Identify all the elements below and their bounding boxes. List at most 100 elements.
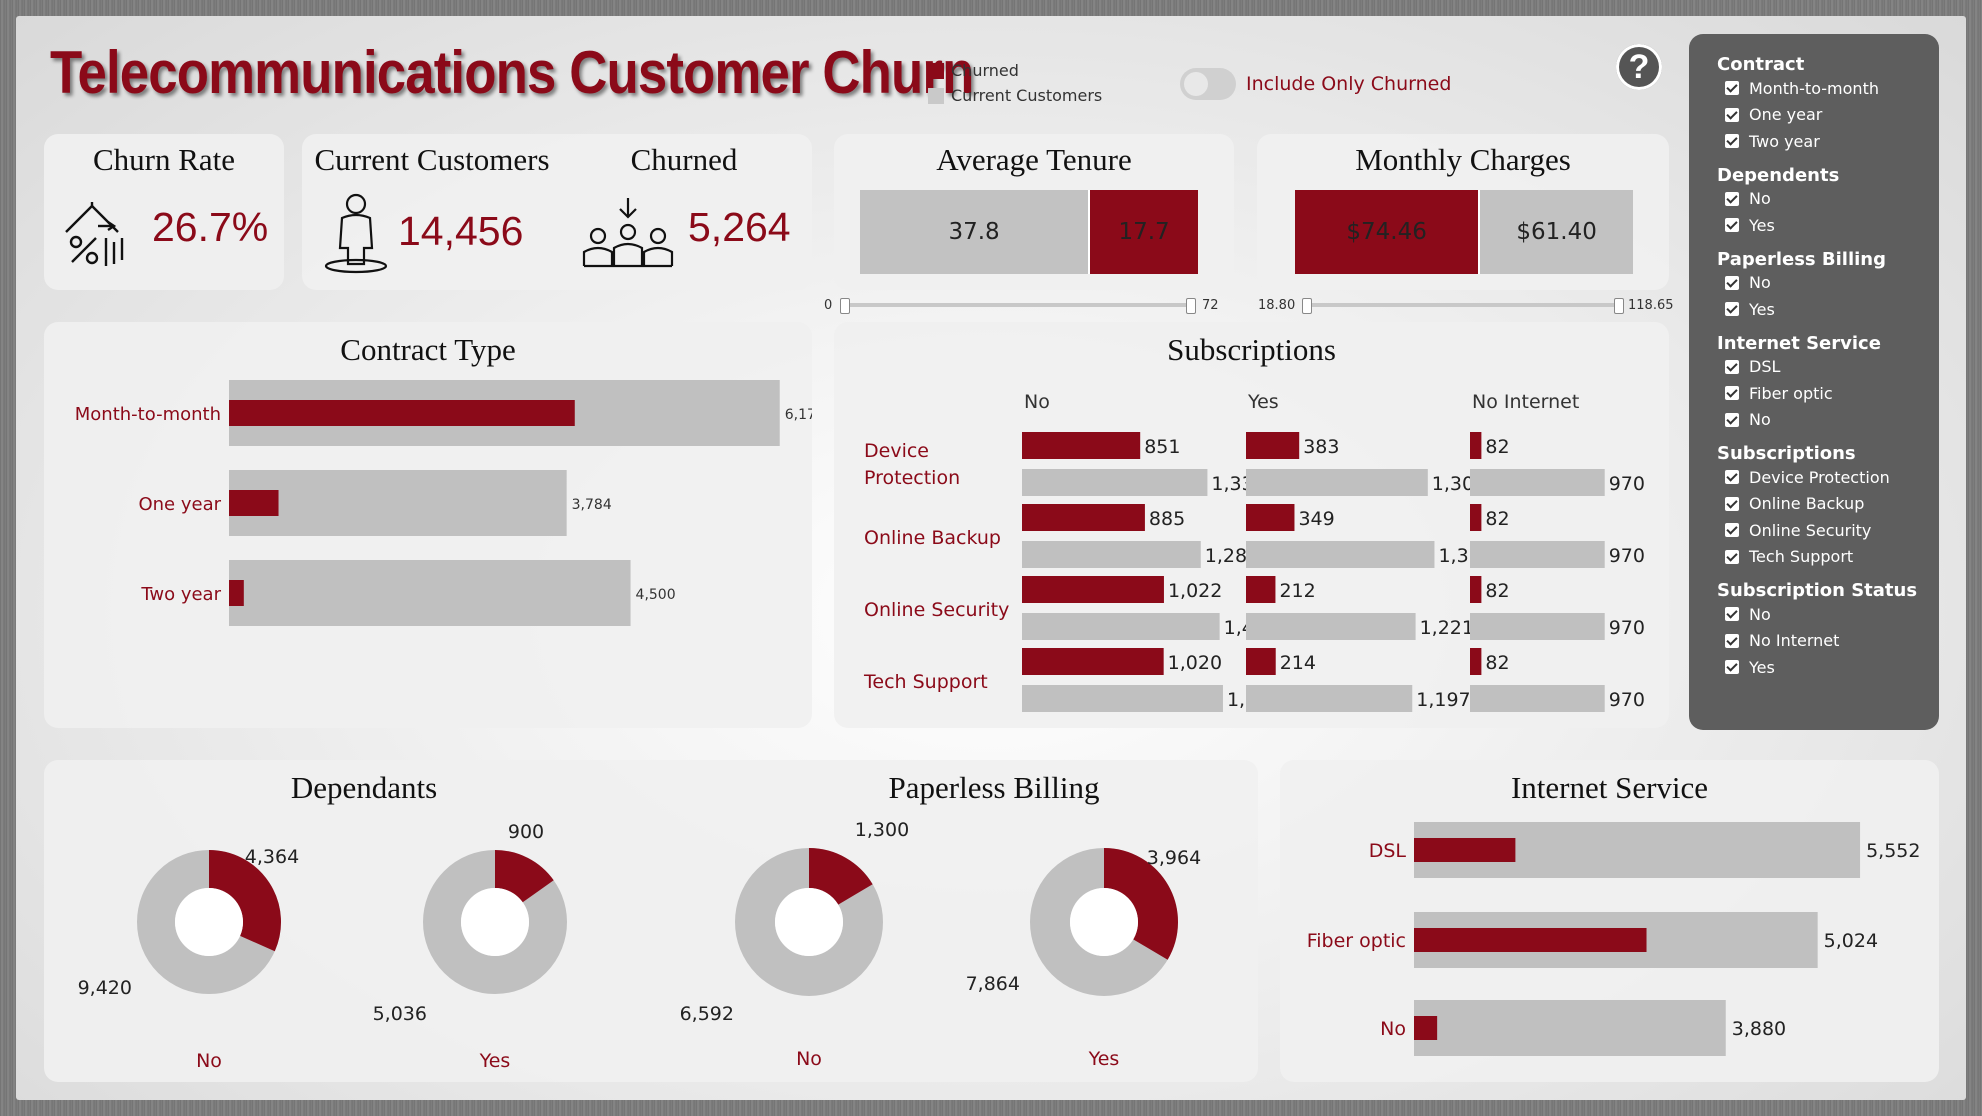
checkbox-checked-icon[interactable] [1725, 359, 1739, 374]
bar-churned [1022, 576, 1164, 603]
checkbox-checked-icon[interactable] [1725, 412, 1739, 427]
checkbox-checked-icon[interactable] [1725, 218, 1739, 233]
filter-option-label: Device Protection [1749, 467, 1890, 487]
bar-value-label: 1,020 [1168, 652, 1222, 674]
category-label: Protection [864, 467, 960, 489]
checkbox-checked-icon[interactable] [1725, 660, 1739, 675]
checkbox-checked-icon[interactable] [1725, 191, 1739, 206]
column-header: No Internet [1472, 391, 1579, 413]
filter-list: Contract Month-to-month One year Two year De… [1717, 48, 1937, 681]
bar-current [1470, 469, 1605, 496]
checkbox-checked-icon[interactable] [1725, 302, 1739, 317]
slider-handle-min[interactable] [840, 298, 850, 314]
filter-option[interactable]: One year [1717, 102, 1937, 129]
filter-option[interactable]: Yes [1717, 212, 1937, 239]
filter-option[interactable]: Tech Support [1717, 544, 1937, 571]
filter-panel: Contract Month-to-month One year Two year De… [1689, 34, 1939, 730]
bar-value-label: 851 [1144, 436, 1180, 458]
bar-churned [1414, 1016, 1438, 1040]
filter-option-label: Yes [1749, 299, 1775, 319]
filter-option[interactable]: Online Backup [1717, 491, 1937, 518]
subscriptions-chart: No Yes No InternetDeviceProtection8511,335… [863, 391, 1645, 712]
legend-swatch-current [928, 87, 944, 104]
bar-churned [1022, 648, 1164, 675]
bar-value-label: 82 [1485, 508, 1509, 530]
filter-option[interactable]: No [1717, 186, 1937, 213]
toggle-knob [1184, 72, 1208, 96]
checkbox-checked-icon[interactable] [1725, 549, 1739, 564]
checkbox-checked-icon[interactable] [1725, 607, 1739, 622]
bar-value-label: 1,022 [1168, 580, 1222, 602]
filter-option-label: Yes [1749, 657, 1775, 677]
page-title: Telecommunications Customer Churn [50, 39, 974, 106]
kpi-title: Churn Rate [92, 142, 236, 177]
filter-group-title: Dependents [1717, 164, 1840, 186]
filter-option[interactable]: Device Protection [1717, 464, 1937, 491]
kpi-card-churn-rate: Churn Rate 26.7% [44, 134, 284, 290]
legend-label: Churned [951, 61, 1019, 80]
filter-group-title: Paperless Billing [1717, 248, 1886, 270]
slider-handle-max[interactable] [1186, 298, 1196, 314]
legend-label: Current Customers [951, 86, 1103, 105]
slider-handle-max[interactable] [1614, 298, 1624, 314]
filter-option[interactable]: DSL [1717, 354, 1937, 381]
checkbox-checked-icon[interactable] [1725, 107, 1739, 122]
checkbox-checked-icon[interactable] [1725, 134, 1739, 149]
donut-charts: 4,364 9,420 No 900 5,036 Yes 1,300 6,592 No 3,964… [78, 819, 1202, 1072]
charges-split-bar: $74.46 $61.40 [1295, 190, 1633, 274]
filter-option[interactable]: No Internet [1717, 628, 1937, 655]
bar-value-label: 6,172 [785, 407, 812, 423]
bar-value-label: 383 [1303, 436, 1339, 458]
filter-option[interactable]: Yes [1717, 296, 1937, 323]
category-label: Device [864, 440, 929, 462]
bar-value-label: 214 [1280, 652, 1316, 674]
category-label: Fiber optic [1307, 930, 1406, 952]
checkbox-checked-icon[interactable] [1725, 523, 1739, 538]
filter-option[interactable]: No [1717, 270, 1937, 297]
bar-churned [229, 580, 244, 606]
include-only-churned-toggle[interactable]: Include Only Churned [1180, 68, 1451, 100]
tenure-range-slider[interactable] [840, 298, 1196, 314]
filter-option[interactable]: Online Security [1717, 517, 1937, 544]
filter-option[interactable]: No [1717, 407, 1937, 434]
charges-range-slider[interactable] [1302, 298, 1624, 314]
bar-value-label: 5,552 [1866, 840, 1920, 862]
average-tenure-card: Average Tenure 37.8 17.7 [834, 134, 1234, 290]
bar-churned [1246, 576, 1276, 603]
color-legend: Churned Current Customers [928, 58, 1102, 108]
bar-churned [1022, 432, 1141, 459]
bar-current [229, 470, 567, 536]
column-header: No [1024, 391, 1050, 413]
bar-current [1246, 685, 1413, 712]
checkbox-checked-icon[interactable] [1725, 470, 1739, 485]
toggle-switch[interactable] [1180, 68, 1236, 100]
slice-label-churned: 900 [508, 821, 544, 843]
filter-option-label: No [1749, 189, 1771, 209]
percent-arrow-up-icon [65, 202, 124, 266]
filter-option-label: Month-to-month [1749, 78, 1879, 98]
bar-value-label: 349 [1298, 508, 1334, 530]
checkbox-checked-icon[interactable] [1725, 633, 1739, 648]
donut-hole [461, 888, 529, 956]
kpi-card-customers: Current Customers 14,456 Churned 5,264 [302, 134, 812, 290]
filter-option[interactable]: No [1717, 601, 1937, 628]
bar-current [229, 560, 631, 626]
checkbox-checked-icon[interactable] [1725, 386, 1739, 401]
bar-current [1022, 469, 1208, 496]
checkbox-checked-icon[interactable] [1725, 81, 1739, 96]
filter-option[interactable]: Two year [1717, 128, 1937, 155]
bar-churned [1470, 648, 1482, 675]
filter-option[interactable]: Month-to-month [1717, 75, 1937, 102]
charges-churned-segment: $74.46 [1295, 190, 1481, 274]
bar-value-label: 4,500 [636, 587, 676, 603]
help-icon[interactable]: ? [1616, 44, 1662, 90]
toggle-label: Include Only Churned [1246, 73, 1452, 95]
card-title: Monthly Charges [1355, 142, 1571, 177]
checkbox-checked-icon[interactable] [1725, 275, 1739, 290]
filter-option[interactable]: Yes [1717, 654, 1937, 681]
checkbox-checked-icon[interactable] [1725, 496, 1739, 511]
filter-option[interactable]: Fiber optic [1717, 380, 1937, 407]
donut-group-label: Yes [1088, 1048, 1120, 1070]
bar-value-label: 82 [1485, 652, 1509, 674]
slider-handle-min[interactable] [1302, 298, 1312, 314]
